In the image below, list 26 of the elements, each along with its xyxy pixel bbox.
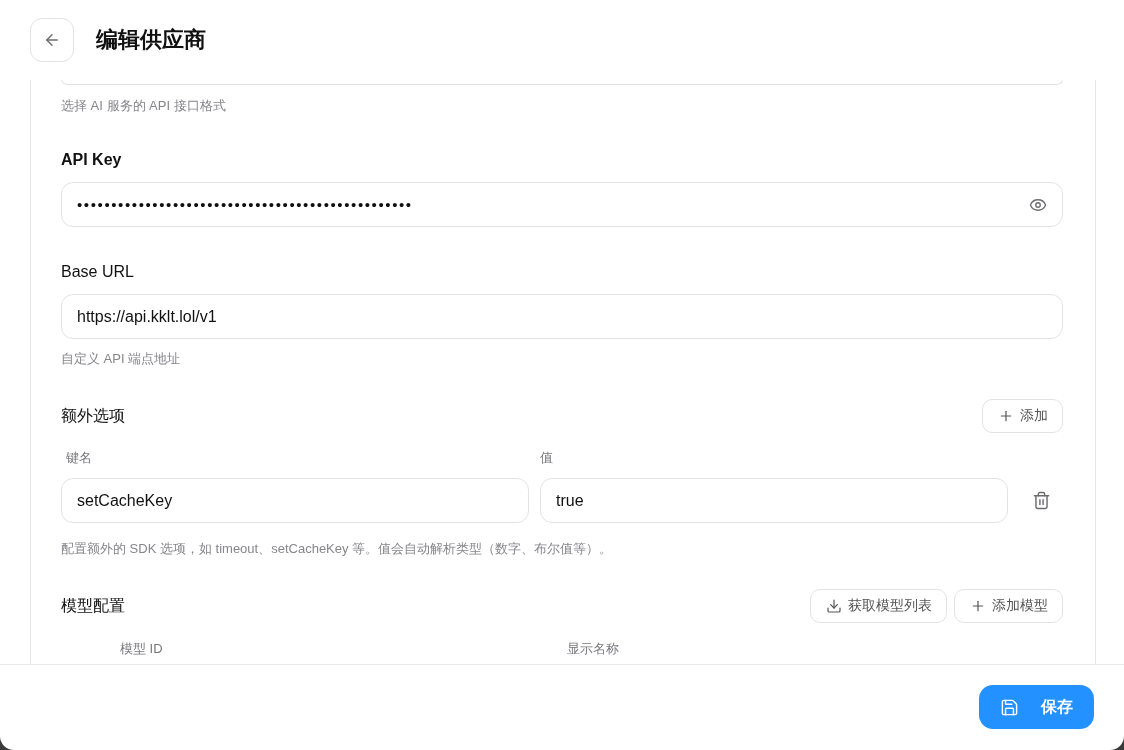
option-value-field[interactable]: true [540, 478, 1008, 523]
field-hint: 自定义 API 端点地址 [61, 350, 182, 368]
field-hint: 选择 AI 服务的 API 接口格式 [61, 97, 227, 115]
plus-icon [998, 408, 1014, 424]
trash-icon [1031, 491, 1051, 510]
api-key-field[interactable]: ••••••••••••••••••••••••••••••••••••••••••••••••• [61, 182, 1063, 227]
column-header: 显示名称 [567, 640, 620, 658]
field-label: Base URL [61, 262, 135, 282]
base-url-field[interactable]: https://api.kklt.lol/v1 [61, 294, 1063, 339]
column-label: 键名 [65, 449, 93, 467]
download-icon [826, 598, 842, 614]
page-title: 编辑供应商 [96, 26, 206, 54]
back-button[interactable] [30, 18, 74, 62]
column-header: 模型 ID [120, 640, 164, 658]
eye-icon [1029, 196, 1047, 214]
add-model-button[interactable]: 添加模型 [954, 589, 1063, 623]
save-icon [1000, 697, 1019, 717]
option-key-field[interactable]: setCacheKey [61, 478, 529, 523]
field-hint: 配置额外的 SDK 选项，如 timeout、setCacheKey 等。值会自动解析类型（数字、布尔值等）。 [61, 540, 614, 558]
plus-icon [970, 598, 986, 614]
fetch-models-button[interactable]: 获取模型列表 [810, 589, 947, 623]
add-option-button[interactable]: 添加 [982, 399, 1063, 433]
section-title: 额外选项 [61, 405, 125, 426]
section-title: 模型配置 [61, 595, 125, 616]
field-label: API Key [61, 150, 123, 170]
column-label: 值 [540, 449, 554, 467]
